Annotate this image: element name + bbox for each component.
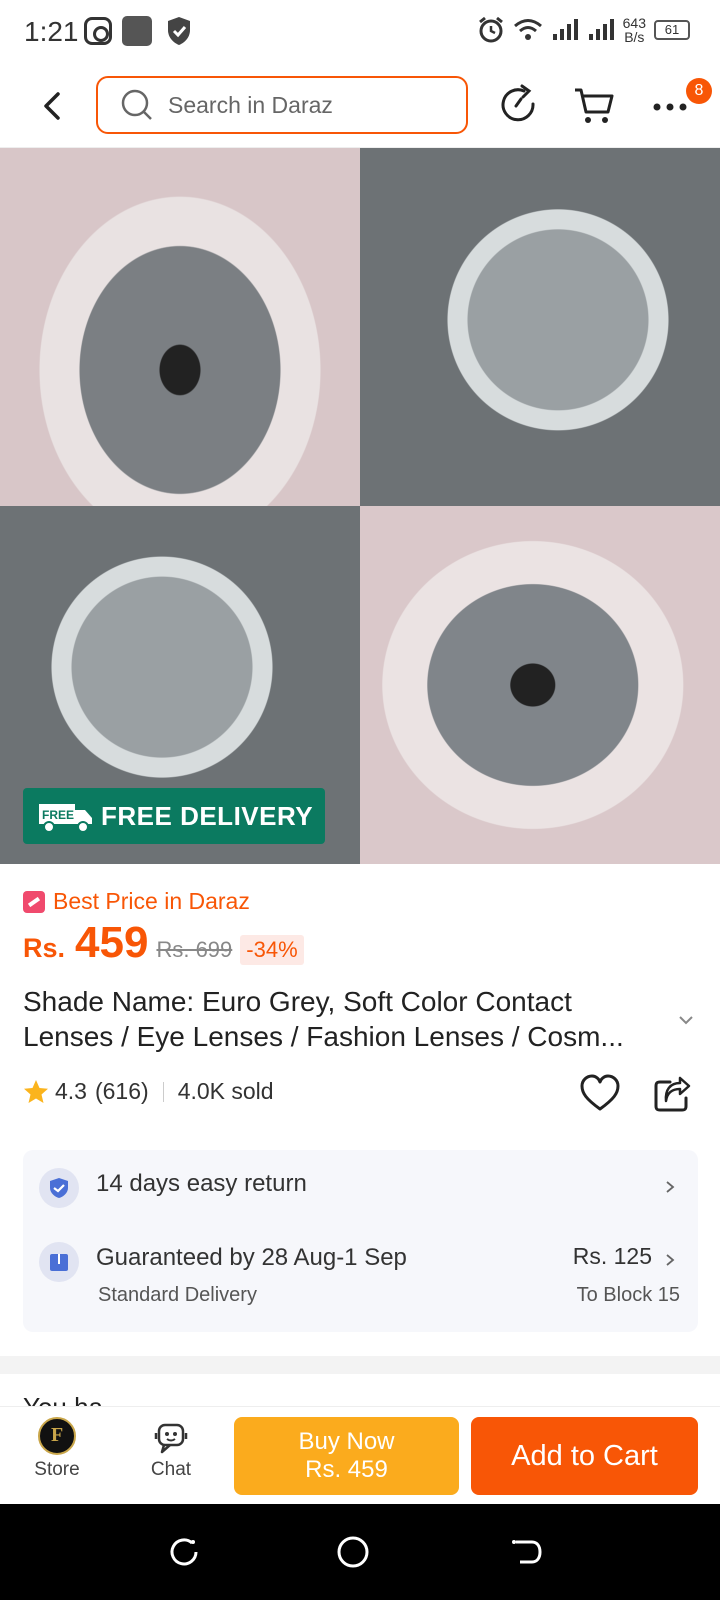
status-bar: 1:21 643 B/s 61	[0, 0, 720, 64]
back-arrow-icon[interactable]	[34, 86, 74, 126]
easy-return-label[interactable]: 14 days easy return	[96, 1170, 307, 1198]
buy-now-price: Rs. 459	[305, 1456, 388, 1483]
rating-divider	[162, 1081, 164, 1102]
sold-count: 4.0K sold	[177, 1078, 274, 1104]
store-label: Store	[34, 1459, 80, 1480]
service-info-card: 14 days easy return Guaranteed by 28 Aug…	[23, 1150, 698, 1332]
product-image-gallery[interactable]	[0, 148, 720, 864]
next-section-peek: You ha	[23, 1392, 143, 1406]
system-navigation-bar	[0, 1504, 720, 1600]
shield-icon	[168, 17, 190, 45]
original-price: Rs. 699	[156, 937, 233, 962]
section-divider	[0, 1356, 720, 1374]
network-speed: 643 B/s	[623, 16, 646, 44]
price-tag-icon	[23, 890, 45, 913]
wifi-icon	[513, 19, 542, 40]
buy-now-button[interactable]: Buy Now Rs. 459	[234, 1417, 459, 1495]
delivery-truck-icon: FREE	[39, 804, 92, 833]
review-count: (616)	[94, 1078, 149, 1104]
search-input[interactable]: Search in Daraz	[96, 76, 468, 134]
product-image-eye-2	[360, 506, 720, 864]
product-image-lens-1	[360, 148, 720, 506]
delivery-guarantee-label[interactable]: Guaranteed by 28 Aug-1 Sep	[96, 1244, 407, 1272]
share-icon[interactable]	[652, 1074, 692, 1114]
rating-row[interactable]: 4.3 (616) 4.0K sold	[23, 1078, 274, 1105]
recent-apps-icon[interactable]	[166, 1534, 202, 1570]
price-row: Rs. 459 Rs. 699 -34%	[23, 918, 304, 968]
chevron-right-icon[interactable]	[663, 1180, 677, 1194]
network-speed-unit: B/s	[624, 29, 645, 45]
price-currency: Rs.	[23, 933, 66, 963]
truck-label: FREE	[42, 808, 74, 822]
search-icon	[121, 89, 152, 120]
delivery-fee: Rs. 125	[572, 1243, 652, 1269]
store-logo-icon	[38, 1417, 76, 1455]
search-placeholder: Search in Daraz	[168, 91, 333, 118]
chat-label: Chat	[150, 1459, 192, 1480]
product-title: Shade Name: Euro Grey, Soft Color Contac…	[23, 984, 673, 1054]
back-nav-icon[interactable]	[508, 1534, 544, 1570]
return-shield-icon	[39, 1168, 79, 1208]
instagram-icon	[84, 17, 112, 45]
chevron-down-icon[interactable]	[676, 1010, 696, 1030]
star-icon	[24, 1079, 48, 1103]
delivery-destination: To Block 15	[576, 1284, 680, 1306]
product-image-eye-1	[0, 148, 360, 506]
network-speed-value: 643	[622, 15, 646, 31]
add-to-cart-button[interactable]: Add to Cart	[471, 1417, 698, 1495]
discount-badge: -34%	[240, 935, 304, 965]
chat-button[interactable]: Chat	[126, 1417, 216, 1481]
current-price: 459	[75, 918, 149, 967]
top-header: Search in Daraz 8	[0, 64, 720, 148]
refresh-icon[interactable]	[496, 82, 542, 128]
cart-count-badge: 8	[686, 78, 712, 104]
home-icon[interactable]	[335, 1534, 371, 1570]
bottom-action-bar: Store Chat Buy Now Rs. 459 Add to Cart	[0, 1406, 720, 1504]
free-delivery-text: FREE DELIVERY	[101, 800, 314, 831]
battery-icon: 61	[654, 20, 690, 40]
delivery-type: Standard Delivery	[98, 1284, 257, 1306]
cart-icon[interactable]	[572, 82, 618, 128]
product-title-line-2: Lenses / Eye Lenses / Fashion Lenses / C…	[23, 1021, 624, 1052]
best-price-tag: Best Price in Daraz	[23, 888, 250, 915]
store-button[interactable]: Store	[12, 1417, 102, 1481]
signal-icon-1	[552, 19, 578, 40]
signal-icon-2	[588, 19, 614, 40]
rating-value: 4.3	[55, 1078, 87, 1104]
chat-bot-icon	[154, 1423, 188, 1454]
free-delivery-badge: FREE FREE DELIVERY	[23, 788, 325, 844]
status-right: 643 B/s 61	[477, 16, 690, 44]
best-price-text: Best Price in Daraz	[53, 888, 250, 914]
status-time: 1:21	[24, 16, 79, 47]
next-section-title: You ha	[23, 1392, 103, 1406]
app-notification-icon	[122, 16, 152, 46]
delivery-box-icon	[39, 1242, 79, 1282]
product-title-line-1: Shade Name: Euro Grey, Soft Color Contac…	[23, 986, 572, 1017]
buy-now-label: Buy Now	[298, 1428, 395, 1455]
alarm-icon	[478, 16, 503, 43]
wishlist-heart-icon[interactable]	[580, 1074, 620, 1114]
chevron-right-icon[interactable]	[663, 1253, 677, 1267]
